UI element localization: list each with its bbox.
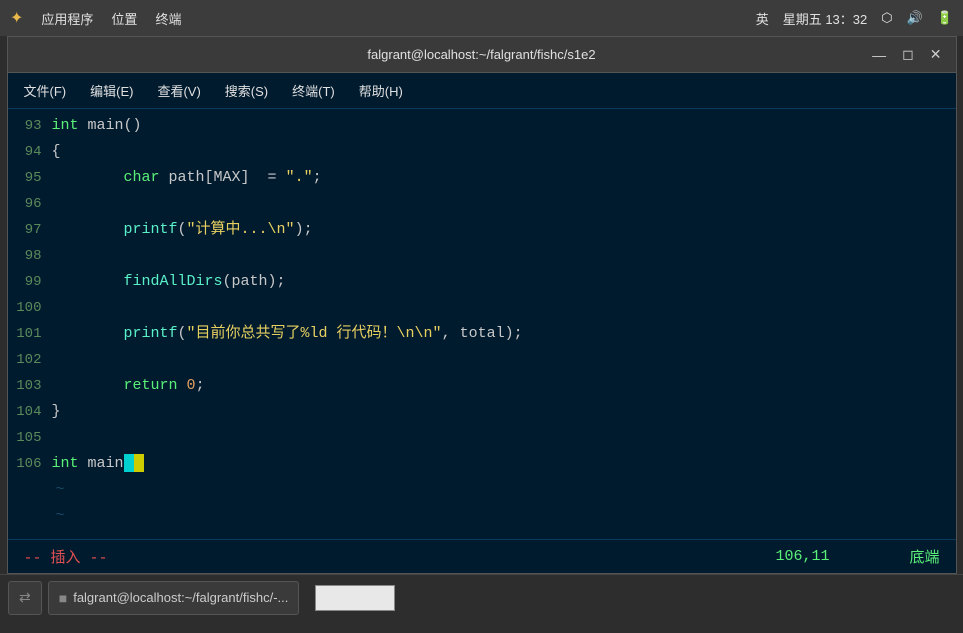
code-line-95: 95 char path[MAX] = "."; (8, 165, 956, 191)
terminal-taskbar-label: falgrant@localhost:~/falgrant/fishc/-... (73, 590, 288, 605)
app-icon: ✦ (10, 8, 23, 28)
menu-bar: 文件(F) 编辑(E) 查看(V) 搜索(S) 终端(T) 帮助(H) (8, 73, 956, 109)
code-line-93: 93 int main() (8, 113, 956, 139)
code-line-94: 94 { (8, 139, 956, 165)
code-line-103: 103 return 0; (8, 373, 956, 399)
code-line-102: 102 (8, 347, 956, 373)
applications-menu[interactable]: 应用程序 (41, 9, 93, 28)
volume-icon: 🔊 (907, 10, 923, 26)
cursor-position: 106,11 (775, 548, 829, 565)
vim-status-bar: -- 插入 -- 106,11 底端 (8, 539, 956, 573)
battery-icon: 🔋 (937, 10, 953, 26)
terminal-menu[interactable]: 终端 (155, 9, 181, 28)
tilde-line-2: ~ (8, 503, 956, 529)
vim-mode: -- 插入 -- (24, 546, 108, 567)
code-editor[interactable]: 93 int main() 94 { 95 char path[MAX] = "… (8, 109, 956, 539)
terminal-window: falgrant@localhost:~/falgrant/fishc/s1e2… (7, 36, 957, 574)
close-button[interactable]: ✕ (924, 44, 948, 65)
scroll-position: 底端 (909, 546, 939, 567)
menu-help[interactable]: 帮助(H) (349, 77, 413, 104)
cursor-secondary (134, 454, 144, 472)
workspace-switcher[interactable]: ⇄ (8, 581, 42, 615)
maximize-button[interactable]: ◻ (896, 44, 920, 65)
menu-file[interactable]: 文件(F) (14, 77, 77, 104)
system-bar: ✦ 应用程序 位置 终端 英 星期五 13：32 ⬡ 🔊 🔋 (0, 0, 963, 36)
switch-icon: ⇄ (19, 589, 31, 606)
code-line-98: 98 (8, 243, 956, 269)
location-menu[interactable]: 位置 (111, 9, 137, 28)
window-title: falgrant@localhost:~/falgrant/fishc/s1e2 (367, 47, 595, 62)
terminal-taskbar-item[interactable]: ■ falgrant@localhost:~/falgrant/fishc/-.… (48, 581, 300, 615)
tilde-line-1: ~ (8, 477, 956, 503)
code-line-104: 104 } (8, 399, 956, 425)
menu-edit[interactable]: 编辑(E) (80, 77, 143, 104)
title-bar: falgrant@localhost:~/falgrant/fishc/s1e2… (8, 37, 956, 73)
taskbar: ⇄ ■ falgrant@localhost:~/falgrant/fishc/… (0, 574, 963, 620)
code-line-105: 105 (8, 425, 956, 451)
datetime-display: 星期五 13：32 (783, 9, 868, 28)
code-line-99: 99 findAllDirs(path); (8, 269, 956, 295)
code-line-101: 101 printf("目前你总共写了%ld 行代码！\n\n", total)… (8, 321, 956, 347)
terminal-taskbar-icon: ■ (59, 590, 67, 606)
minimize-button[interactable]: — (866, 45, 892, 65)
code-line-100: 100 (8, 295, 956, 321)
network-icon: ⬡ (881, 10, 892, 26)
language-indicator: 英 (756, 9, 769, 28)
menu-terminal[interactable]: 终端(T) (282, 77, 345, 104)
code-line-97: 97 printf("计算中...\n"); (8, 217, 956, 243)
code-line-106: 106 int main (8, 451, 956, 477)
taskbar-input-box[interactable] (315, 585, 395, 611)
cursor-primary (124, 454, 134, 472)
menu-view[interactable]: 查看(V) (147, 77, 210, 104)
code-line-96: 96 (8, 191, 956, 217)
menu-search[interactable]: 搜索(S) (215, 77, 278, 104)
